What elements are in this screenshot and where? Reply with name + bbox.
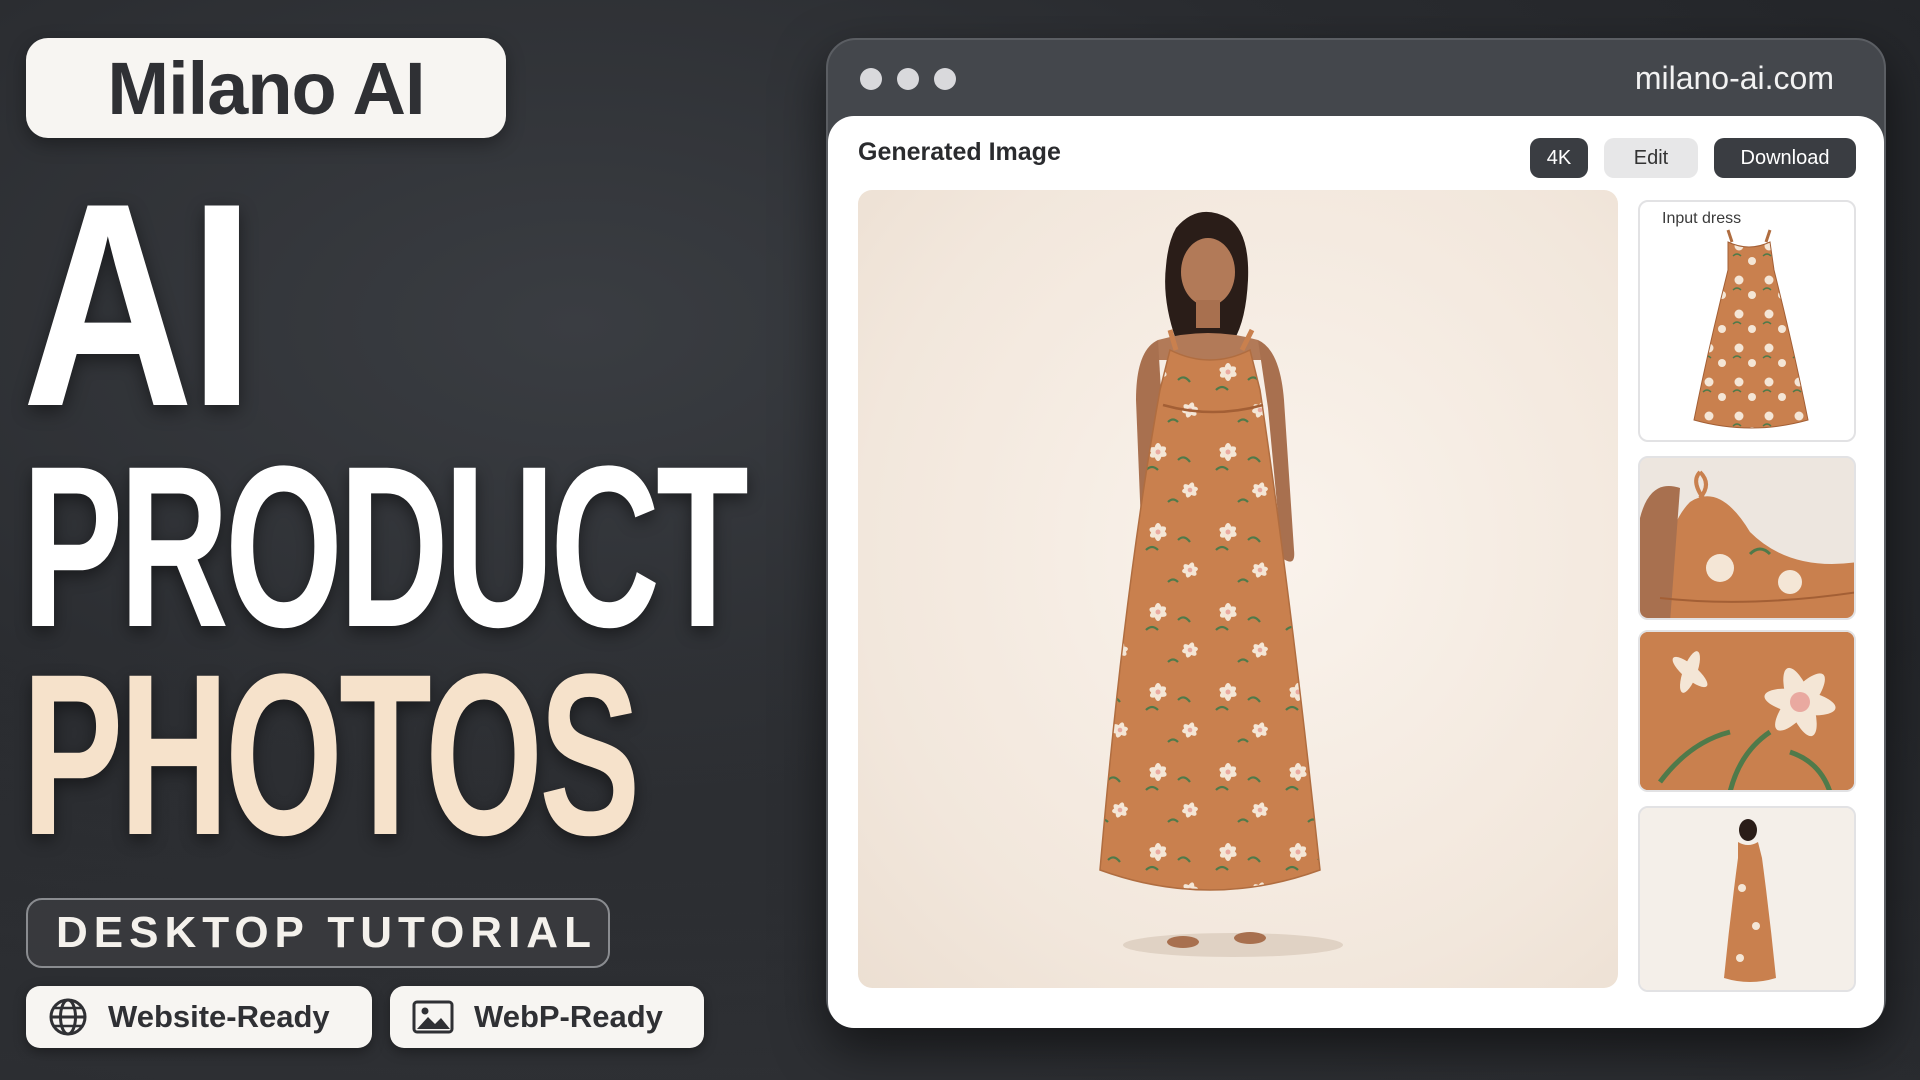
feature-label: WebP-Ready: [474, 999, 663, 1034]
resolution-4k-button[interactable]: 4K: [1530, 138, 1588, 178]
back-view-illustration: [1640, 808, 1854, 990]
feature-label: Website-Ready: [108, 999, 330, 1034]
download-button[interactable]: Download: [1714, 138, 1856, 178]
strap-detail-thumbnail[interactable]: [1638, 456, 1856, 620]
tutorial-label: DESKTOP TUTORIAL: [56, 908, 597, 957]
back-view-thumbnail[interactable]: [1638, 806, 1856, 992]
dress-flatlay-illustration: [1693, 229, 1809, 429]
input-dress-thumbnail[interactable]: Input dress: [1638, 200, 1856, 442]
globe-icon: [48, 997, 88, 1037]
generated-image[interactable]: [858, 190, 1618, 988]
edit-button[interactable]: Edit: [1604, 138, 1698, 178]
thumbnail-label: Input dress: [1662, 210, 1742, 227]
tutorial-badge: DESKTOP TUTORIAL: [26, 898, 610, 968]
browser-window: milano-ai.com Generated Image 4K Edit Do…: [826, 38, 1886, 1028]
model-in-dress-illustration: [1099, 211, 1343, 957]
strap-detail-illustration: [1640, 458, 1854, 618]
window-minimize-dot[interactable]: [897, 68, 919, 90]
content-title: Generated Image: [858, 138, 1061, 166]
address-bar-url[interactable]: milano-ai.com: [1635, 60, 1834, 97]
fabric-closeup-illustration: [1640, 632, 1854, 790]
headline-line-1: AI: [22, 143, 255, 467]
brand-name: Milano AI: [107, 46, 425, 130]
feature-chip-website-ready: Website-Ready: [26, 986, 372, 1048]
image-icon: [412, 999, 454, 1035]
window-close-dot[interactable]: [860, 68, 882, 90]
window-maximize-dot[interactable]: [934, 68, 956, 90]
browser-titlebar: milano-ai.com: [828, 40, 1884, 116]
headline-line-3: PHOTOS: [22, 626, 640, 883]
fabric-pattern-thumbnail[interactable]: [1638, 630, 1856, 792]
app-content: Generated Image 4K Edit Download Input d…: [828, 116, 1884, 1028]
feature-chip-webp-ready: WebP-Ready: [390, 986, 704, 1048]
brand-badge: Milano AI: [26, 38, 506, 138]
